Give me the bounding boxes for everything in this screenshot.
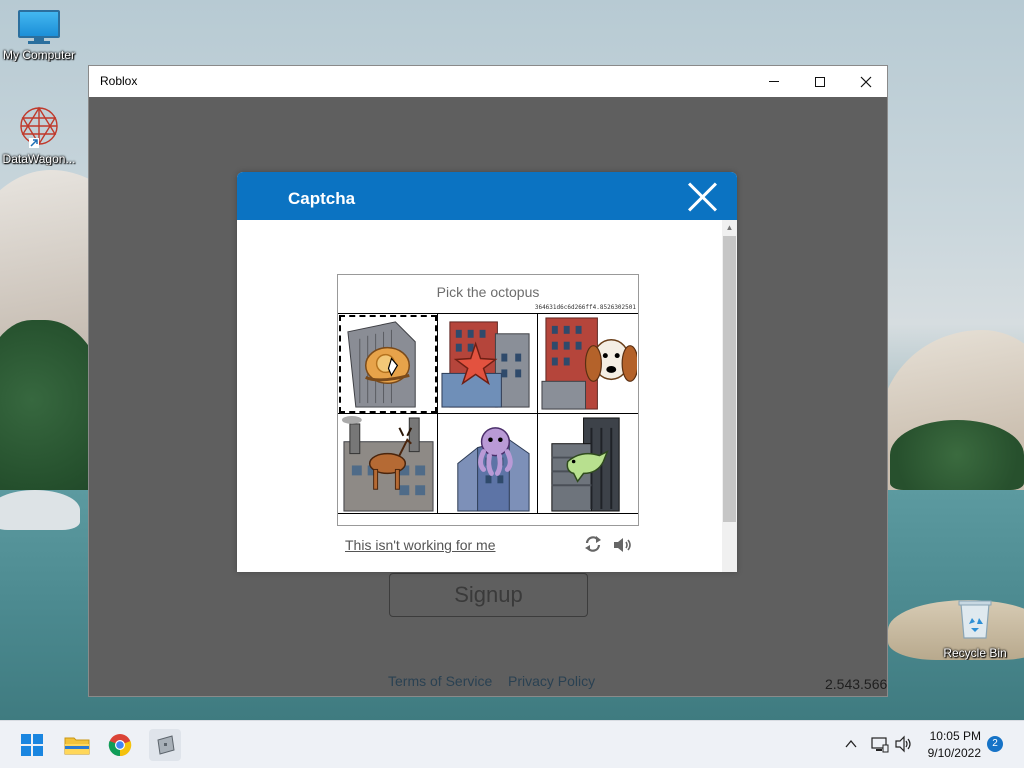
window-title: Roblox	[100, 74, 138, 88]
captcha-image-grid	[338, 313, 638, 514]
refresh-icon[interactable]	[584, 534, 602, 554]
captcha-tile-dog[interactable]	[538, 314, 638, 414]
signup-button[interactable]: Signup	[389, 573, 588, 617]
captcha-title: Captcha	[288, 189, 356, 208]
folder-icon	[64, 737, 90, 755]
privacy-policy-link[interactable]: Privacy Policy	[508, 673, 595, 689]
start-button[interactable]	[16, 729, 48, 761]
roblox-icon	[157, 735, 175, 755]
captcha-puzzle: Pick the octopus 364631d6c6d266ff4.85263…	[337, 274, 639, 526]
chevron-up-icon[interactable]	[845, 739, 857, 749]
clock-time[interactable]: 10:05 PM	[915, 729, 981, 743]
version-label: 2.543.566	[825, 676, 888, 692]
maximize-button[interactable]	[797, 66, 843, 97]
close-button[interactable]	[843, 66, 889, 97]
maximize-icon	[815, 76, 825, 87]
captcha-tile-snail[interactable]	[338, 314, 438, 414]
captcha-puzzle-id: 364631d6c6d266ff4.8526302501	[534, 304, 636, 311]
network-icon[interactable]	[871, 735, 889, 753]
captcha-tile-dinosaur[interactable]	[538, 414, 638, 514]
captcha-tile-starfish[interactable]	[438, 314, 538, 414]
file-explorer-button[interactable]	[61, 729, 93, 761]
minimize-button[interactable]	[751, 66, 797, 97]
dog-image	[541, 317, 637, 410]
recycle-bin-icon	[958, 600, 992, 639]
roblox-taskbar-button[interactable]	[149, 729, 181, 761]
captcha-tile-deer[interactable]	[338, 414, 438, 514]
desktop-icon-datawagon[interactable]: DataWagon...	[0, 104, 78, 166]
monitor-icon	[18, 10, 60, 44]
snail-image	[347, 321, 416, 408]
desktop-icon-label: My Computer	[2, 48, 76, 62]
captcha-scrollbar[interactable]: ▲	[722, 220, 737, 572]
taskbar: 10:05 PM 9/10/2022	[0, 720, 1024, 768]
captcha-dialog: Captcha ▲ Pick the octopus 364631d6c6d26…	[237, 172, 737, 572]
window-titlebar[interactable]: Roblox	[89, 66, 887, 97]
desktop-icon-recycle-bin[interactable]: Recycle Bin	[936, 598, 1014, 660]
background-snow	[0, 490, 80, 530]
windows-start-icon	[21, 734, 43, 756]
desktop-icon-my-computer[interactable]: My Computer	[0, 10, 78, 62]
captcha-help-link[interactable]: This isn't working for me	[345, 537, 496, 553]
scroll-up-arrow-icon[interactable]: ▲	[722, 220, 737, 236]
dinosaur-image	[551, 417, 620, 512]
volume-icon[interactable]	[895, 735, 913, 753]
chrome-icon	[108, 734, 132, 757]
datawagon-icon	[20, 106, 58, 148]
terms-of-service-link[interactable]: Terms of Service	[388, 673, 492, 689]
captcha-header: Captcha	[237, 172, 737, 220]
audio-icon[interactable]	[612, 535, 634, 555]
desktop-icon-label: DataWagon...	[2, 152, 76, 166]
scroll-thumb[interactable]	[723, 236, 736, 522]
chrome-button[interactable]	[104, 729, 136, 761]
background-trees	[890, 420, 1024, 490]
starfish-image	[441, 321, 530, 408]
close-icon	[860, 76, 872, 87]
octopus-image	[457, 427, 530, 512]
deer-image	[341, 415, 434, 512]
captcha-close-icon[interactable]	[683, 178, 721, 216]
clock-date[interactable]: 9/10/2022	[915, 746, 981, 760]
desktop-icon-label: Recycle Bin	[943, 646, 1007, 660]
notification-badge[interactable]: 2	[987, 736, 1003, 752]
captcha-prompt: Pick the octopus	[436, 284, 540, 300]
captcha-tile-octopus[interactable]	[438, 414, 538, 514]
minimize-icon	[769, 81, 779, 82]
